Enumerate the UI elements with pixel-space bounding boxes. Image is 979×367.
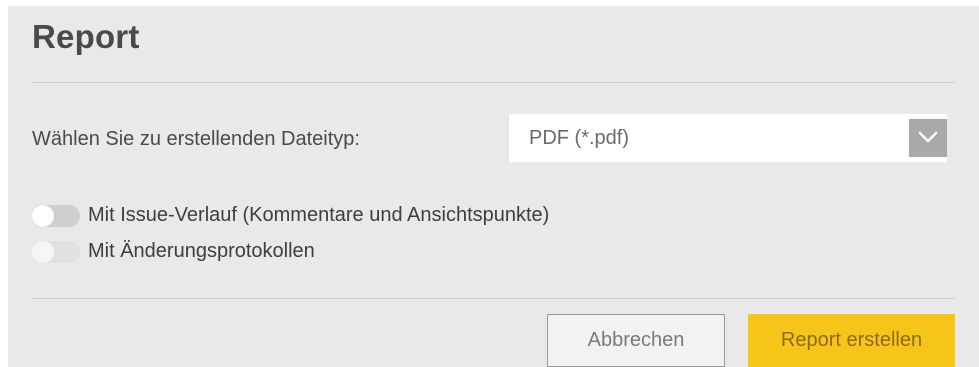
option-issue-history-label: Mit Issue-Verlauf (Kommentare und Ansich… [88,204,550,226]
select-dropdown-button[interactable] [909,119,947,157]
report-dialog: Report Wählen Sie zu erstellenden Dateit… [8,6,979,367]
create-report-button[interactable]: Report erstellen [748,314,955,367]
toggle-issue-history[interactable] [32,205,80,227]
cancel-button[interactable]: Abbrechen [547,314,725,367]
filetype-select-value: PDF (*.pdf) [529,127,630,149]
footer-divider [32,298,955,299]
toggle-knob [32,241,54,263]
filetype-label: Wählen Sie zu erstellenden Dateityp: [32,128,360,150]
filetype-select[interactable]: PDF (*.pdf) [509,114,947,162]
toggle-change-logs[interactable] [32,241,80,263]
option-change-logs-label: Mit Änderungsprotokollen [88,240,315,262]
header-divider [32,82,955,83]
toggle-knob [32,205,54,227]
dialog-title: Report [32,18,140,55]
chevron-down-icon [918,131,938,143]
